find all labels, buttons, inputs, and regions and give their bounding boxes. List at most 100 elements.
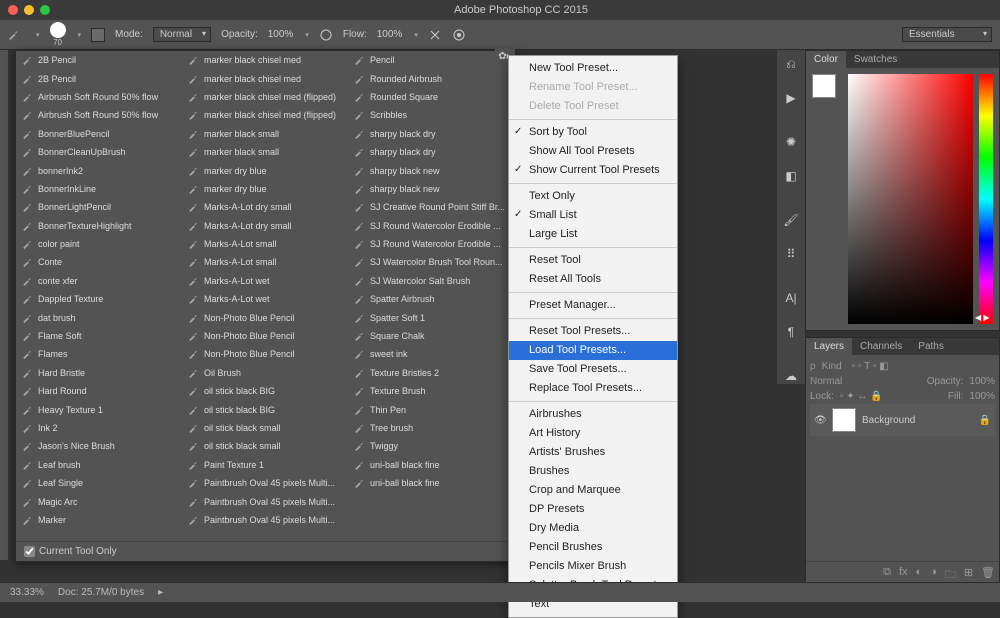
menu-preset-set[interactable]: Pencil Brushes	[509, 538, 677, 557]
tab-paths[interactable]: Paths	[910, 338, 952, 355]
tool-preset-item[interactable]: Rounded Square	[348, 88, 514, 106]
tool-preset-item[interactable]: SJ Creative Round Point Stiff Br...	[348, 198, 514, 216]
brush-panel-toggle-icon[interactable]	[91, 28, 105, 42]
tool-preset-item[interactable]: Square Chalk	[348, 327, 514, 345]
filter-kind-label[interactable]: Kind	[822, 361, 842, 372]
tab-layers[interactable]: Layers	[806, 338, 852, 355]
menu-preset-manager[interactable]: Preset Manager...	[509, 296, 677, 315]
tool-preset-item[interactable]: BonnerInkLine	[16, 180, 182, 198]
tab-color[interactable]: Color	[806, 51, 846, 68]
tool-preset-item[interactable]: Marks-A-Lot small	[182, 235, 348, 253]
tool-preset-item[interactable]: sharpy black new	[348, 161, 514, 179]
tool-preset-item[interactable]: Leaf Single	[16, 474, 182, 492]
menu-new-tool-preset[interactable]: New Tool Preset...	[509, 59, 677, 78]
tool-preset-item[interactable]: dat brush	[16, 308, 182, 326]
zoom-window-button[interactable]	[40, 5, 50, 15]
tool-preset-item[interactable]: marker black small	[182, 143, 348, 161]
tool-preset-item[interactable]: Scribbles	[348, 106, 514, 124]
tool-preset-item[interactable]: marker dry blue	[182, 161, 348, 179]
color-field[interactable]	[848, 74, 973, 324]
layer-row-background[interactable]: 👁 Background 🔒	[810, 404, 995, 436]
menu-large-list[interactable]: Large List	[509, 225, 677, 244]
tool-preset-item[interactable]: SJ Round Watercolor Erodible ...	[348, 235, 514, 253]
tool-preset-item[interactable]: Flames	[16, 345, 182, 363]
tool-preset-item[interactable]: sharpy black dry	[348, 143, 514, 161]
tool-preset-item[interactable]: Tree brush	[348, 419, 514, 437]
tool-preset-item[interactable]: Thin Pen	[348, 400, 514, 418]
tool-preset-item[interactable]: oil stick black small	[182, 419, 348, 437]
tool-preset-item[interactable]: marker black chisel med	[182, 51, 348, 69]
tool-preset-item[interactable]: Airbrush Soft Round 50% flow	[16, 88, 182, 106]
adjustments-icon[interactable]: ✺	[783, 134, 799, 150]
flow-value[interactable]: 100%	[377, 29, 403, 40]
tool-preset-item[interactable]: BonnerBluePencil	[16, 125, 182, 143]
foreground-color-swatch[interactable]	[812, 74, 836, 98]
tool-preset-item[interactable]: Leaf brush	[16, 456, 182, 474]
pressure-opacity-icon[interactable]	[319, 28, 333, 42]
menu-load-tool-presets[interactable]: Load Tool Presets...	[509, 341, 677, 360]
tool-preset-item[interactable]: Texture Brush	[348, 382, 514, 400]
fill-value[interactable]: 100%	[969, 391, 995, 402]
menu-show-all[interactable]: Show All Tool Presets	[509, 142, 677, 161]
layer-thumbnail[interactable]	[832, 408, 856, 432]
menu-show-current[interactable]: ✓Show Current Tool Presets	[509, 161, 677, 180]
close-window-button[interactable]	[8, 5, 18, 15]
brush-tool-icon[interactable]	[8, 30, 18, 40]
menu-preset-set[interactable]: Art History	[509, 424, 677, 443]
tool-preset-item[interactable]: Rounded Airbrush	[348, 69, 514, 87]
tool-preset-item[interactable]: marker black chisel med	[182, 69, 348, 87]
tool-preset-item[interactable]: Non-Photo Blue Pencil	[182, 345, 348, 363]
tool-preset-item[interactable]: SJ Round Watercolor Erodible ...	[348, 217, 514, 235]
tool-preset-item[interactable]: Conte	[16, 253, 182, 271]
tool-preset-item[interactable]: 2B Pencil	[16, 51, 182, 69]
tool-preset-item[interactable]: Non-Photo Blue Pencil	[182, 327, 348, 345]
brush-settings-icon[interactable]: ⠿	[783, 246, 799, 262]
menu-preset-set[interactable]: DP Presets	[509, 500, 677, 519]
menu-reset-tool-presets[interactable]: Reset Tool Presets...	[509, 322, 677, 341]
menu-preset-set[interactable]: Dry Media	[509, 519, 677, 538]
menu-replace-tool-presets[interactable]: Replace Tool Presets...	[509, 379, 677, 398]
play-icon[interactable]: ▶	[783, 90, 799, 106]
brush-presets-icon[interactable]: 🖌	[783, 212, 799, 228]
tool-preset-item[interactable]: Marks-A-Lot wet	[182, 272, 348, 290]
airbrush-icon[interactable]	[428, 28, 442, 42]
tool-preset-item[interactable]: SJ Watercolor Salt Brush	[348, 272, 514, 290]
history-panel-icon[interactable]: ⎌	[783, 56, 799, 72]
menu-preset-set[interactable]: Crop and Marquee	[509, 481, 677, 500]
workspace-select[interactable]: Essentials	[902, 27, 992, 42]
tool-preset-item[interactable]: Flame Soft	[16, 327, 182, 345]
menu-small-list[interactable]: ✓Small List	[509, 206, 677, 225]
tool-preset-item[interactable]: uni-ball black fine	[348, 456, 514, 474]
tool-preset-item[interactable]: Marker	[16, 511, 182, 529]
tool-preset-item[interactable]: color paint	[16, 235, 182, 253]
hue-slider[interactable]: ◀ ▶	[979, 74, 993, 324]
tool-preset-item[interactable]: Spatter Airbrush	[348, 290, 514, 308]
tool-preset-item[interactable]: Paint Texture 1	[182, 456, 348, 474]
tool-preset-item[interactable]: sharpy black new	[348, 180, 514, 198]
tool-preset-item[interactable]: Marks-A-Lot small	[182, 253, 348, 271]
tool-preset-item[interactable]: sharpy black dry	[348, 125, 514, 143]
menu-text-only[interactable]: Text Only	[509, 187, 677, 206]
pressure-size-icon[interactable]	[452, 28, 466, 42]
menu-preset-set[interactable]: Brushes	[509, 462, 677, 481]
tool-preset-item[interactable]: BonnerCleanUpBrush	[16, 143, 182, 161]
tool-preset-item[interactable]: Dappled Texture	[16, 290, 182, 308]
doc-size[interactable]: Doc: 25.7M/0 bytes	[58, 587, 144, 598]
styles-icon[interactable]: ◧	[783, 168, 799, 184]
character-panel-icon[interactable]: A|	[783, 290, 799, 306]
tool-preset-item[interactable]: Pencil	[348, 51, 514, 69]
tab-swatches[interactable]: Swatches	[846, 51, 905, 68]
tool-preset-item[interactable]: BonnerTextureHighlight	[16, 217, 182, 235]
tool-preset-item[interactable]: Non-Photo Blue Pencil	[182, 308, 348, 326]
current-tool-only-checkbox[interactable]	[24, 546, 35, 557]
tool-preset-item[interactable]: Paintbrush Oval 45 pixels Multi...	[182, 474, 348, 492]
zoom-level[interactable]: 33.33%	[10, 587, 44, 598]
brush-picker-chevron[interactable]: ▾	[78, 31, 82, 39]
tool-preset-item[interactable]: Spatter Soft 1	[348, 308, 514, 326]
tool-preset-item[interactable]: Paintbrush Oval 45 pixels Multi...	[182, 492, 348, 510]
tool-preset-item[interactable]: 2B Pencil	[16, 69, 182, 87]
tool-preset-item[interactable]: sweet ink	[348, 345, 514, 363]
tool-preset-item[interactable]: Oil Brush	[182, 364, 348, 382]
minimize-window-button[interactable]	[24, 5, 34, 15]
libraries-icon[interactable]: ☁	[783, 368, 799, 384]
